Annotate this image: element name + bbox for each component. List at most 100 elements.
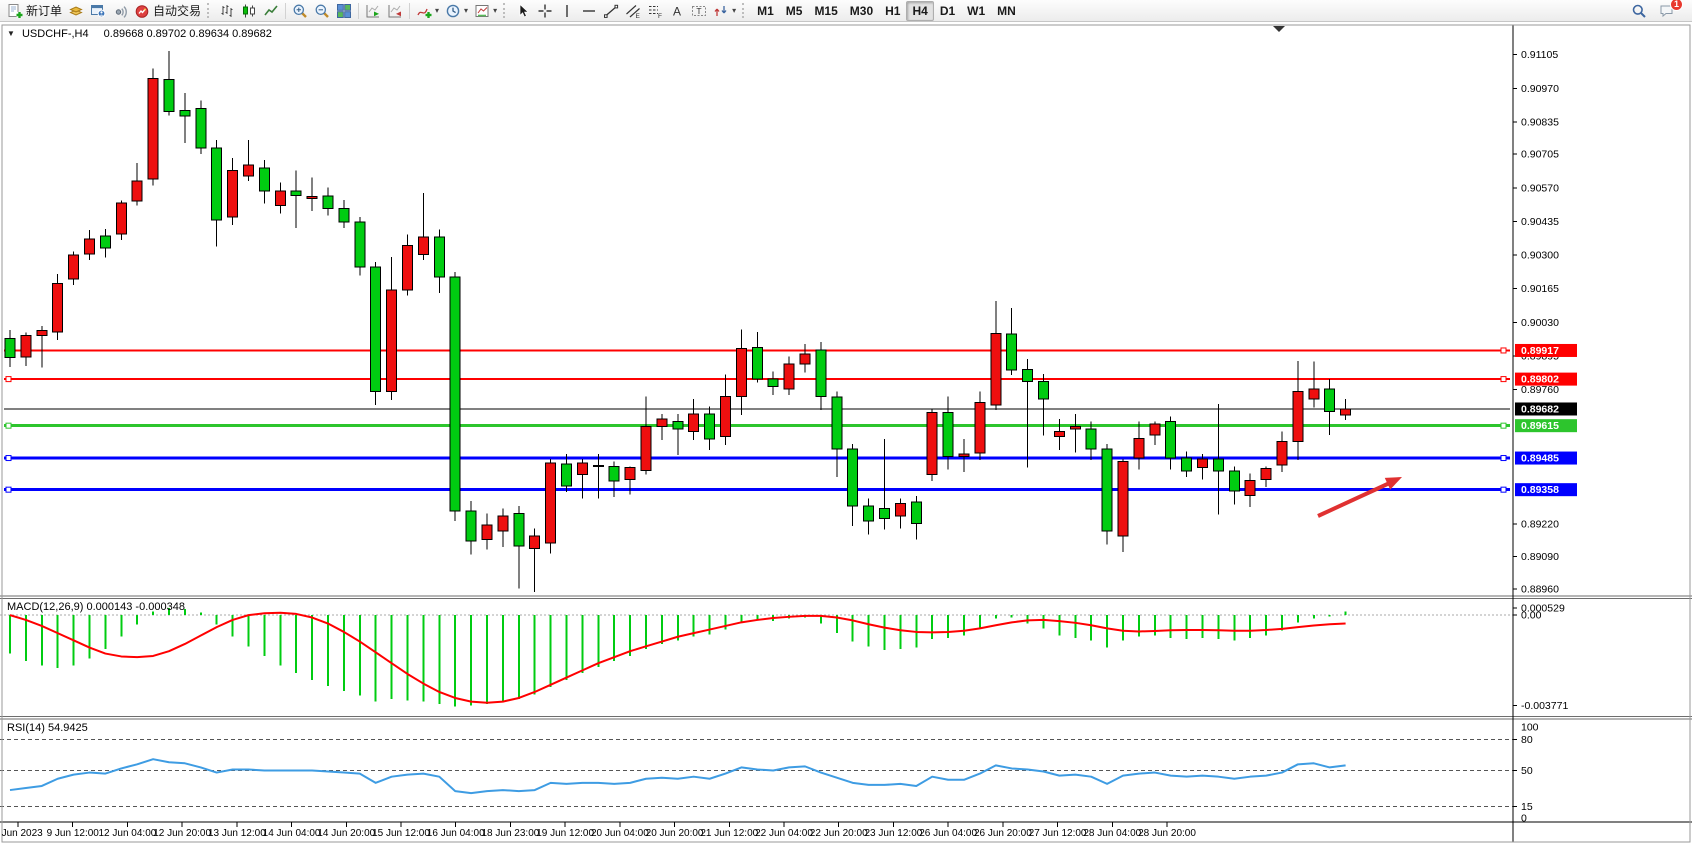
time-tick-label: 28 Jun 04:00	[1083, 828, 1141, 839]
chart-shift-button[interactable]	[384, 1, 406, 21]
dropdown-caret-icon[interactable]: ▾	[732, 7, 736, 15]
time-tick-label: 12 Jun 04:00	[99, 828, 157, 839]
price-tick-label: 0.90165	[1521, 283, 1559, 295]
toolbar-right: 1	[1628, 1, 1688, 21]
chart-window[interactable]: 0.911050.909700.908350.907050.905700.904…	[0, 22, 1692, 843]
vertical-line-button[interactable]	[556, 1, 578, 21]
timeframe-m1-button[interactable]: M1	[751, 1, 780, 21]
timeframe-m5-button[interactable]: M5	[780, 1, 809, 21]
zoom-out-button[interactable]	[311, 1, 333, 21]
templates-button[interactable]: ▾	[471, 1, 500, 21]
time-tick-label: 27 Jun 12:00	[1029, 828, 1087, 839]
candle	[355, 217, 365, 275]
timeframe-h1-button[interactable]: H1	[879, 1, 906, 21]
window-user-icon	[90, 3, 106, 19]
dropdown-caret-icon[interactable]: ▾	[464, 7, 468, 15]
vline-icon	[559, 3, 575, 19]
timeframe-m15-button-label: M15	[814, 4, 837, 18]
signals-button[interactable]	[109, 1, 131, 21]
line-anchor-marker[interactable]	[1501, 456, 1506, 461]
toolbar: 新订单 自动交易 ▾ ▾ ▾ EFA T ▾ M1M5 M15 M30H1 H4 D1 W1 MN 1	[0, 0, 1692, 22]
time-tick-label: 23 Jun 12:00	[865, 828, 923, 839]
trendline-button[interactable]	[600, 1, 622, 21]
toolbar-separator	[285, 3, 286, 19]
time-tick-label: 20 Jun 04:00	[591, 828, 649, 839]
svg-text:T: T	[696, 5, 701, 15]
new-order-icon	[7, 3, 23, 19]
indicators-button[interactable]: ▾	[413, 1, 442, 21]
candle	[1102, 444, 1112, 545]
toolbar-group-trade: 新订单 自动交易	[4, 0, 204, 22]
price-tick-label: 0.90030	[1521, 317, 1559, 329]
bars-icon	[219, 3, 235, 19]
time-tick-label: 20 Jun 20:00	[646, 828, 704, 839]
auto-trading-button-label: 自动交易	[153, 2, 201, 19]
toolbar-group-drawing: EFA T ▾	[512, 0, 739, 22]
timeframe-m15-button[interactable]: M15	[808, 1, 843, 21]
search-button[interactable]	[1628, 1, 1650, 21]
crosshair-icon	[537, 3, 553, 19]
line-anchor-marker[interactable]	[6, 377, 11, 382]
channel-icon: E	[625, 3, 641, 19]
price-tick-label: 0.90705	[1521, 149, 1559, 161]
arrows-button[interactable]: ▾	[710, 1, 739, 21]
zoom-out-icon	[314, 3, 330, 19]
dropdown-caret-icon[interactable]: ▾	[435, 7, 439, 15]
notification-badge: 1	[1670, 0, 1683, 11]
new-order-button-label: 新订单	[26, 2, 62, 19]
auto-scroll-button[interactable]	[362, 1, 384, 21]
template-icon	[474, 3, 490, 19]
line-anchor-marker[interactable]	[1501, 423, 1506, 428]
svg-text:0.89682: 0.89682	[1521, 403, 1559, 415]
rsi-axis-label: 80	[1521, 734, 1533, 746]
line-anchor-marker[interactable]	[1501, 487, 1506, 492]
text-label-button[interactable]: T	[688, 1, 710, 21]
periods-button[interactable]: ▾	[442, 1, 471, 21]
timeframe-w1-button[interactable]: W1	[961, 1, 991, 21]
crosshair-button[interactable]	[534, 1, 556, 21]
auto-trading-button[interactable]: 自动交易	[131, 1, 204, 21]
zoom-in-button[interactable]	[289, 1, 311, 21]
horizontal-line-button[interactable]	[578, 1, 600, 21]
timeframe-h4-button[interactable]: H4	[906, 1, 933, 21]
timeframe-h4-button-label: H4	[912, 4, 927, 18]
fibonacci-button[interactable]: F	[644, 1, 666, 21]
text-button[interactable]: A	[666, 1, 688, 21]
market-watch-button[interactable]	[87, 1, 109, 21]
line-anchor-marker[interactable]	[6, 456, 11, 461]
price-badge-0.89917: 0.89917	[1515, 344, 1577, 357]
line-anchor-marker[interactable]	[6, 487, 11, 492]
tile-windows-button[interactable]	[333, 1, 355, 21]
candlestick-mode-button[interactable]	[238, 1, 260, 21]
chart-canvas[interactable]: 0.911050.909700.908350.907050.905700.904…	[0, 22, 1692, 843]
chartshift-icon	[387, 3, 403, 19]
line-anchor-marker[interactable]	[6, 423, 11, 428]
timeframe-d1-button[interactable]: D1	[934, 1, 961, 21]
charts-stack-button[interactable]	[65, 1, 87, 21]
toolbar-group-timeframes: M1M5 M15 M30H1 H4 D1 W1 MN	[751, 0, 1022, 22]
timeframe-mn-button-label: MN	[997, 4, 1016, 18]
equidistant-channel-button[interactable]: E	[622, 1, 644, 21]
chat-button[interactable]: 1	[1656, 1, 1678, 21]
time-tick-label: 19 Jun 12:00	[536, 828, 594, 839]
cursor-button[interactable]	[512, 1, 534, 21]
candle	[53, 274, 63, 340]
line-chart-mode-button[interactable]	[260, 1, 282, 21]
svg-text:A: A	[673, 4, 681, 18]
time-tick-label: 13 Jun 12:00	[208, 828, 266, 839]
line-anchor-marker[interactable]	[1501, 377, 1506, 382]
line-anchor-marker[interactable]	[1501, 348, 1506, 353]
toolbar-separator	[207, 3, 212, 18]
hline-icon	[581, 3, 597, 19]
dropdown-caret-icon[interactable]: ▾	[493, 7, 497, 15]
time-tick-label: 8 Jun 2023	[0, 828, 43, 839]
new-order-button[interactable]: 新订单	[4, 1, 65, 21]
bar-chart-mode-button[interactable]	[216, 1, 238, 21]
timeframe-m30-button[interactable]: M30	[844, 1, 879, 21]
toolbar-group-zoom	[289, 0, 355, 22]
timeframe-d1-button-label: D1	[940, 4, 955, 18]
timeframe-mn-button[interactable]: MN	[991, 1, 1022, 21]
label-t-icon: T	[691, 3, 707, 19]
time-tick-label: 26 Jun 04:00	[919, 828, 977, 839]
indicator-icon	[416, 3, 432, 19]
